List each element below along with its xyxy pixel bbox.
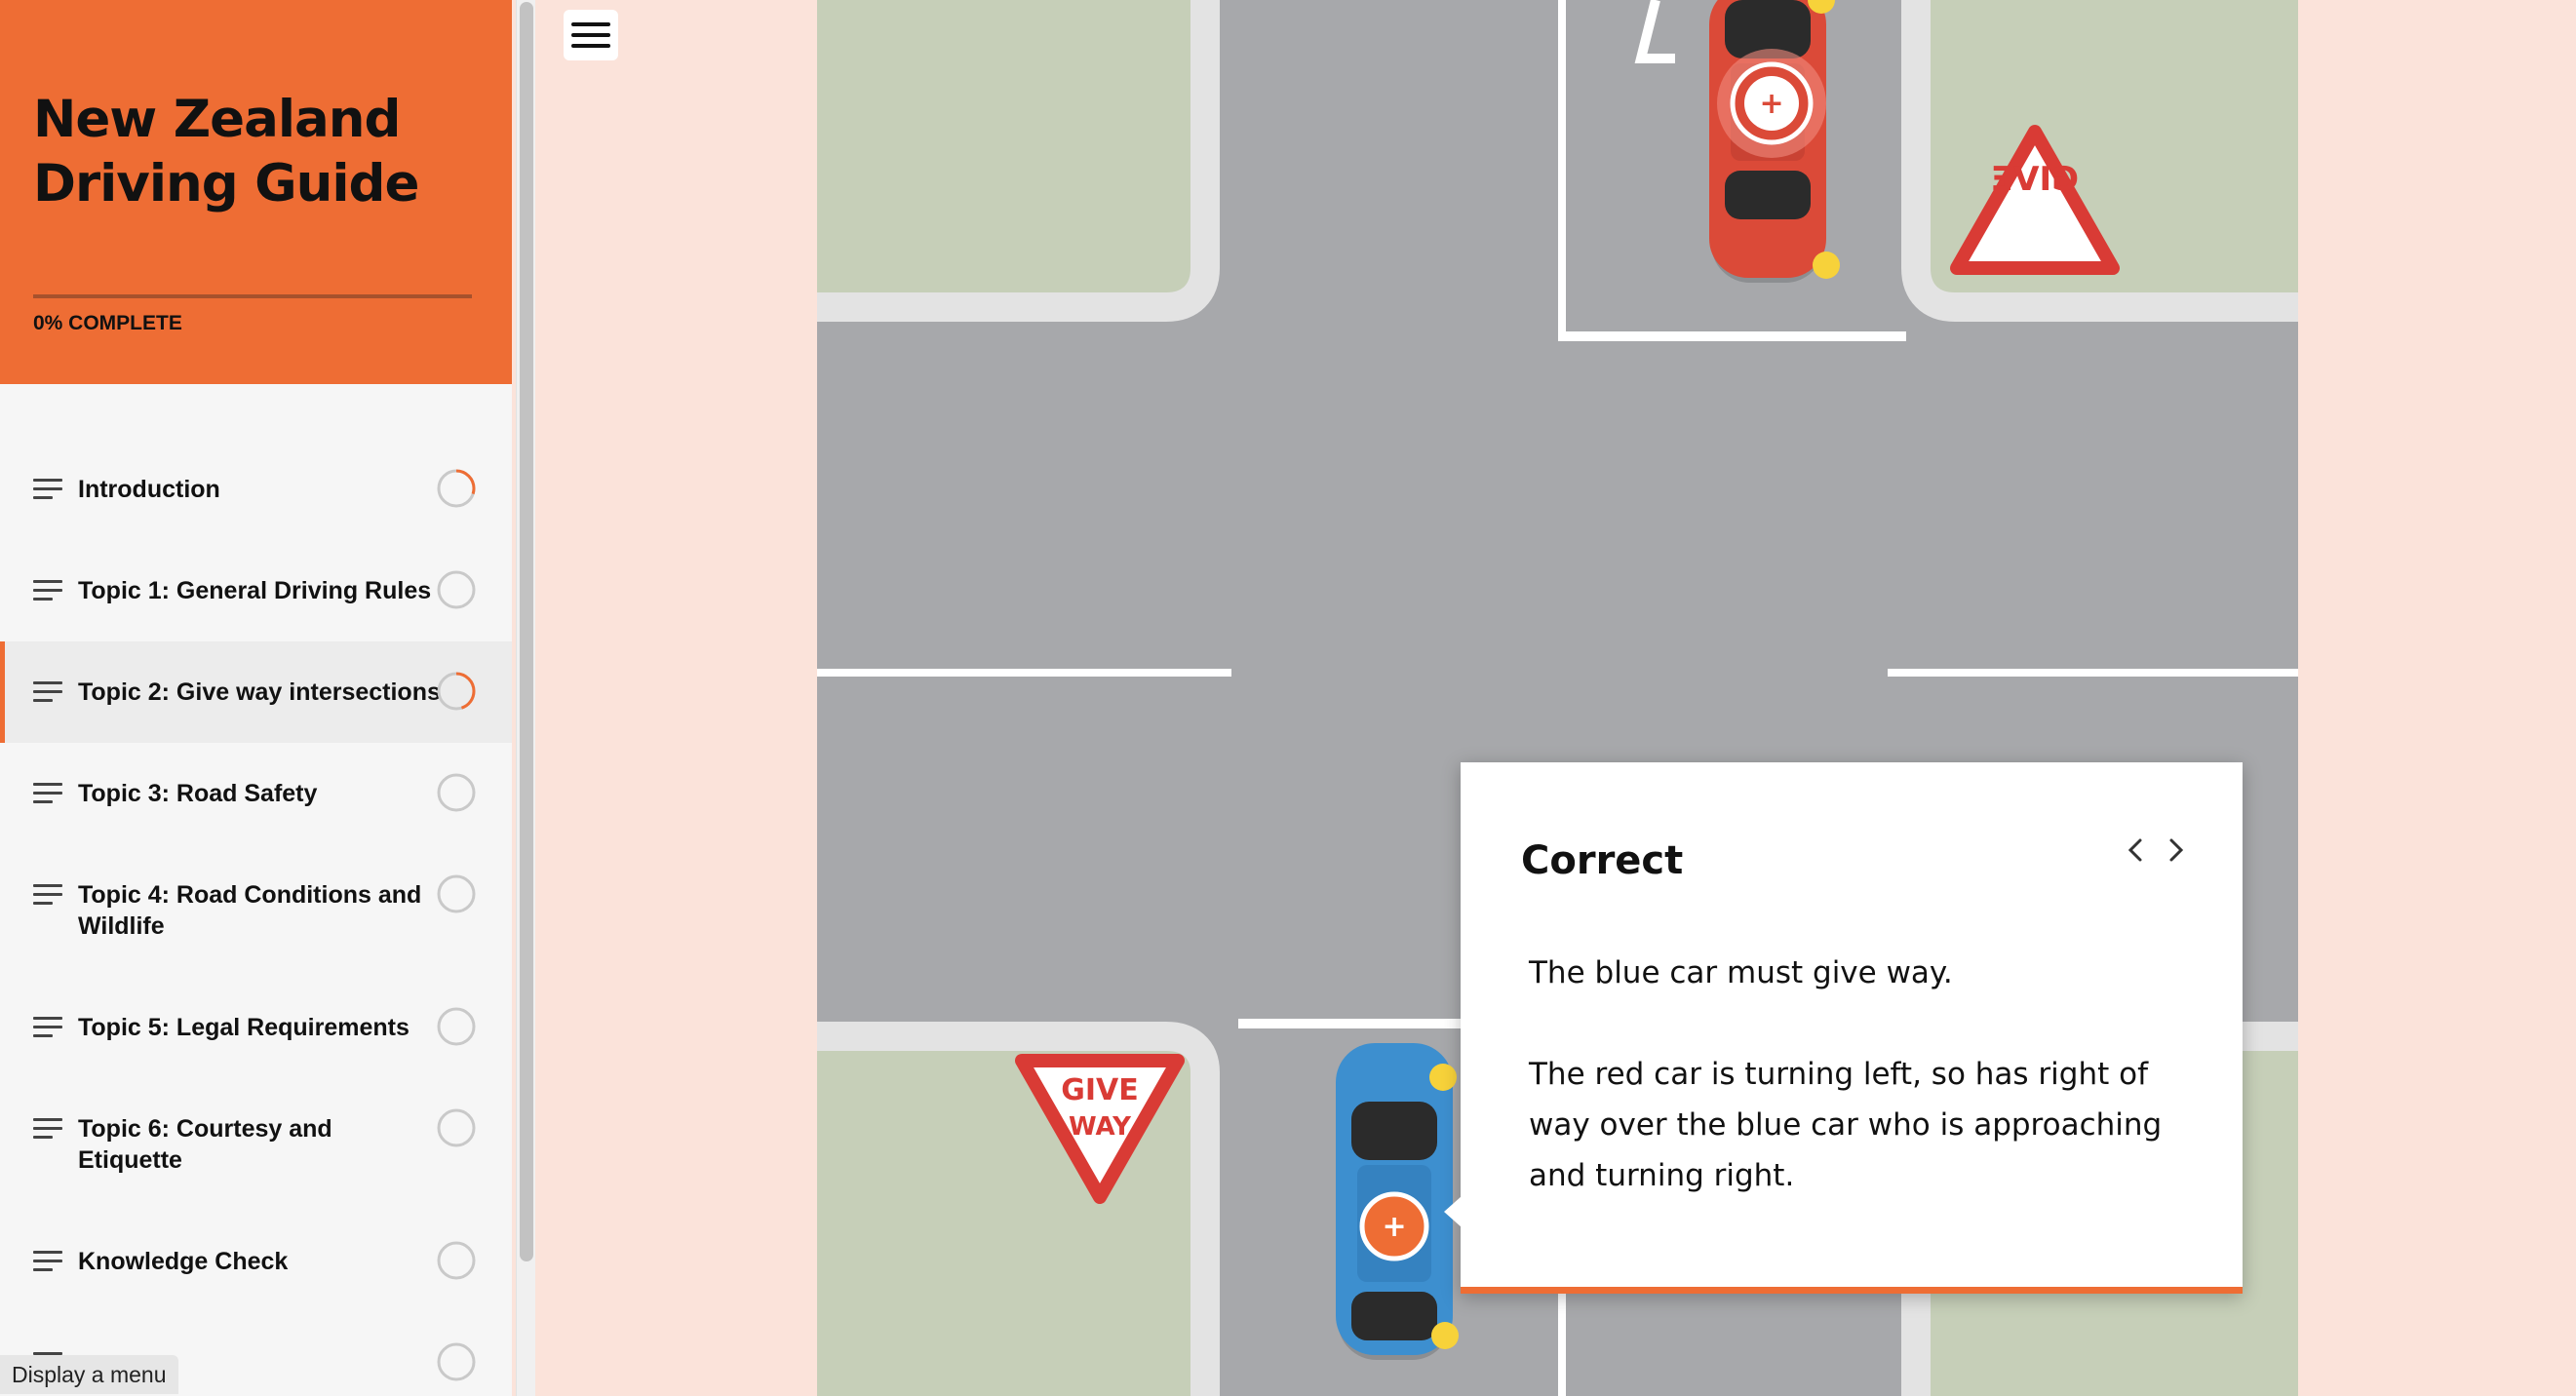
lesson-lines-icon (33, 1118, 62, 1140)
give-way-sign-bottom-line2: WAY (1069, 1112, 1132, 1142)
menu-tooltip: Display a menu (0, 1355, 178, 1394)
plus-icon: + (1382, 1210, 1406, 1244)
chevron-left-icon[interactable] (2116, 831, 2155, 870)
sidebar-scroll-thumb[interactable] (520, 2, 533, 1261)
lesson-lines-icon (33, 783, 62, 804)
lesson-lines-icon (33, 884, 62, 906)
lesson-item-topic-6[interactable]: Topic 6: Courtesy and Etiquette (0, 1078, 512, 1205)
grass-top-left (817, 0, 1220, 322)
lesson-label: Topic 1: General Driving Rules (78, 575, 449, 606)
hamburger-icon (571, 22, 610, 26)
lesson-label-line: Topic 3: Road Safety (78, 780, 318, 807)
popup-pointer (1444, 1196, 1462, 1227)
chevron-right-icon[interactable] (2157, 831, 2196, 870)
course-progress-label: 0% COMPLETE (33, 312, 182, 334)
lesson-status-icon (437, 1342, 476, 1381)
lane-marking-left (817, 669, 1231, 677)
lesson-status-icon (437, 874, 476, 913)
feedback-popup: Correct The blue car must give way. The … (1444, 762, 2243, 1294)
blue-car-hotspot[interactable]: + (1359, 1191, 1429, 1261)
lesson-lines-icon (33, 681, 62, 703)
lane-marking-right (1888, 669, 2298, 677)
lesson-label-line: Topic 1: General Driving Rules (78, 577, 432, 604)
plus-icon: + (1759, 87, 1783, 121)
lesson-lines-icon (33, 1251, 62, 1272)
lesson-item-topic-3[interactable]: Topic 3: Road Safety (0, 743, 512, 844)
lesson-lines-icon (33, 580, 62, 601)
give-way-sign-bottom-line1: GIVE (1061, 1073, 1139, 1107)
lesson-label-line: Topic 5: Legal Requirements (78, 1014, 410, 1041)
lesson-label-line: Topic 4: Road Conditions and (78, 881, 422, 909)
lesson-item-knowledge-check[interactable]: Knowledge Check (0, 1211, 512, 1312)
lesson-lines-icon (33, 479, 62, 500)
lesson-label-line: Topic 6: Courtesy and (78, 1115, 332, 1143)
lesson-label: Topic 6: Courtesy and Etiquette (78, 1113, 429, 1176)
hamburger-icon-line (571, 44, 610, 48)
course-title: New Zealand Driving Guide (33, 88, 482, 216)
lesson-lines-icon (33, 1017, 62, 1038)
popup-paragraph-2: The red car is turning left, so has righ… (1529, 1049, 2192, 1201)
lesson-label: Knowledge Check (78, 1246, 429, 1277)
give-way-sign-top-text: GIVE (1991, 160, 2079, 199)
lesson-label-line: Introduction (78, 476, 220, 503)
lesson-status-icon (437, 570, 476, 609)
lesson-item-topic-5[interactable]: Topic 5: Legal Requirements (0, 977, 512, 1078)
lane-marking-top (1558, 0, 1566, 341)
lesson-status-icon (437, 1241, 476, 1280)
red-car-hotspot[interactable]: + (1717, 49, 1826, 158)
popup-paragraph-1: The blue car must give way. (1529, 955, 1953, 990)
lesson-item-topic-4[interactable]: Topic 4: Road Conditions and Wildlife (0, 844, 512, 971)
course-sidebar: New Zealand Driving Guide 0% COMPLETE In… (0, 0, 512, 1396)
lesson-status-icon (437, 773, 476, 812)
lesson-label-line: Knowledge Check (78, 1248, 289, 1275)
course-progress-bar (33, 294, 472, 298)
lesson-item-topic-1[interactable]: Topic 1: General Driving Rules (0, 540, 512, 641)
lesson-label-line: Wildlife (78, 912, 165, 940)
popup-title: Correct (1521, 838, 1684, 883)
course-title-line1: New Zealand (33, 90, 401, 149)
lesson-label: Topic 4: Road Conditions and Wildlife (78, 879, 429, 942)
popup-paragraph-2-line: and turning right. (1529, 1158, 1795, 1193)
popup-paragraph-2-line: The red car is turning left, so has righ… (1529, 1057, 2148, 1092)
course-header: New Zealand Driving Guide 0% COMPLETE (0, 0, 512, 384)
menu-toggle-button[interactable] (564, 10, 618, 60)
lesson-status-icon (437, 1108, 476, 1147)
lesson-item-topic-2[interactable]: Topic 2: Give way intersections (0, 641, 512, 743)
lesson-item-introduction[interactable]: Introduction (0, 439, 512, 540)
popup-paragraph-2-line: way over the blue car who is approaching (1529, 1107, 2163, 1143)
lesson-label-line: Topic 2: Give way intersections (78, 679, 441, 706)
lesson-label: Introduction (78, 474, 429, 505)
lesson-label: Topic 3: Road Safety (78, 778, 429, 809)
course-title-line2: Driving Guide (33, 154, 419, 213)
lesson-label: Topic 5: Legal Requirements (78, 1012, 429, 1043)
sidebar-scrollbar[interactable] (516, 0, 535, 1396)
lesson-status-icon (437, 672, 476, 711)
lesson-label: Topic 2: Give way intersections (78, 677, 449, 708)
hamburger-icon-line (571, 33, 610, 37)
lesson-status-icon (437, 1007, 476, 1046)
lesson-label-line: Etiquette (78, 1146, 182, 1174)
lesson-status-icon (437, 469, 476, 508)
